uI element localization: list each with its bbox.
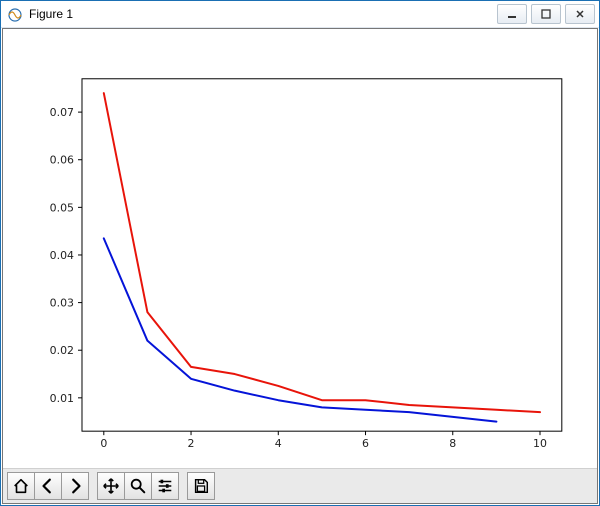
arrow-right-icon: [66, 477, 84, 495]
move-icon: [102, 477, 120, 495]
x-tick-label: 10: [533, 437, 547, 450]
x-tick-label: 8: [449, 437, 456, 450]
home-button[interactable]: [7, 472, 35, 500]
minimize-button[interactable]: [497, 4, 527, 24]
y-tick-label: 0.02: [50, 344, 74, 357]
zoom-button[interactable]: [124, 472, 152, 500]
x-tick-label: 2: [188, 437, 195, 450]
client-area: 0 2 4 6 8 10 0.01 0.02 0.03 0.04 0.05 0.06 0.07: [2, 28, 598, 504]
app-icon: [7, 6, 23, 22]
close-button[interactable]: [565, 4, 595, 24]
maximize-button[interactable]: [531, 4, 561, 24]
pan-button[interactable]: [97, 472, 125, 500]
y-tick-label: 0.03: [50, 297, 74, 310]
x-tick-label: 4: [275, 437, 282, 450]
home-icon: [12, 477, 30, 495]
titlebar: Figure 1: [1, 1, 599, 28]
back-button[interactable]: [34, 472, 62, 500]
figure-window: Figure 1 0 2 4 6 8 10 0.01 0.02 0.03 0.04 0.05 0.06…: [0, 0, 600, 506]
y-tick-label: 0.07: [50, 106, 74, 119]
line-chart: 0 2 4 6 8 10 0.01 0.02 0.03 0.04 0.05 0.06 0.07: [3, 29, 597, 469]
y-tick-label: 0.06: [50, 154, 74, 167]
nav-toolbar: [3, 468, 597, 503]
sliders-icon: [156, 477, 174, 495]
configure-subplots-button[interactable]: [151, 472, 179, 500]
window-title: Figure 1: [29, 1, 73, 27]
save-icon: [192, 477, 210, 495]
y-tick-label: 0.01: [50, 392, 74, 405]
y-tick-label: 0.04: [50, 249, 74, 262]
magnify-icon: [129, 477, 147, 495]
forward-button[interactable]: [61, 472, 89, 500]
arrow-left-icon: [39, 477, 57, 495]
window-controls: [497, 4, 595, 24]
y-tick-label: 0.05: [50, 201, 74, 214]
x-tick-label: 6: [362, 437, 369, 450]
plot-canvas[interactable]: 0 2 4 6 8 10 0.01 0.02 0.03 0.04 0.05 0.06 0.07: [3, 29, 597, 469]
x-tick-label: 0: [100, 437, 107, 450]
save-button[interactable]: [187, 472, 215, 500]
series-red: [104, 93, 540, 412]
